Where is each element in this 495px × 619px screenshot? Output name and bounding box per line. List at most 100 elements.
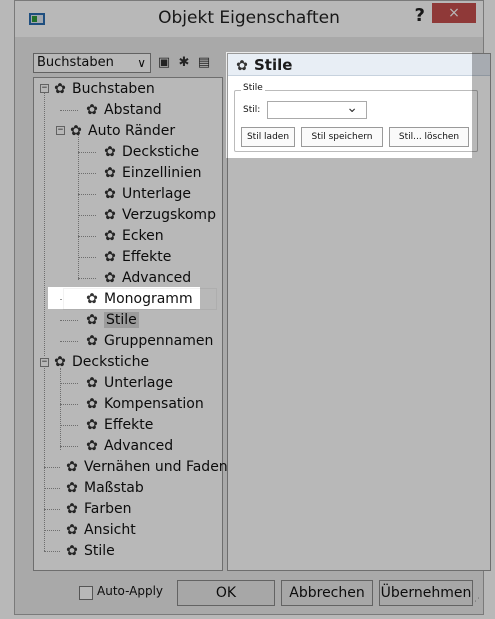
gear-icon: ✿ (86, 291, 98, 307)
tree-item-label: Verzugskomp (122, 207, 216, 223)
collapse-auto-raender-toggle[interactable]: − (56, 126, 65, 135)
tree-item-label: Einzellinien (122, 165, 202, 181)
tree-line (60, 320, 78, 321)
collapse-deckstiche-toggle[interactable]: − (40, 358, 49, 367)
tree-item-massstab[interactable]: ✿ Maßstab (64, 478, 144, 498)
gear-icon: ✿ (104, 144, 116, 160)
panel-header-label: Stile (254, 56, 293, 74)
tree-line (60, 341, 78, 342)
gear-icon: ✿ (54, 81, 66, 97)
tree-line (78, 173, 96, 174)
window-title: Objekt Eigenschaften (158, 8, 340, 28)
tree-line (78, 278, 96, 279)
tree-item-gruppennamen[interactable]: ✿ Gruppennamen (84, 331, 213, 351)
tree-line (60, 446, 78, 447)
tree-line (44, 467, 60, 468)
tree-item-kompensation[interactable]: ✿ Kompensation (84, 394, 204, 414)
tree-item-effekte-2[interactable]: ✿ Effekte (84, 415, 153, 435)
tree-line (78, 257, 96, 258)
stile-group: Stile Stil: ⌄ Stil laden Stil speichern … (234, 83, 478, 152)
gear-icon: ✿ (86, 417, 98, 433)
tree-item-abstand[interactable]: ✿ Abstand (84, 100, 162, 120)
gear-icon: ✿ (104, 249, 116, 265)
tree-item-label: Abstand (104, 102, 162, 118)
tree-item-ecken[interactable]: ✿ Ecken (102, 226, 164, 246)
gear-icon: ✿ (104, 228, 116, 244)
title-bar[interactable]: Objekt Eigenschaften ? × (15, 1, 483, 37)
tree-item-farben[interactable]: ✿ Farben (64, 499, 131, 519)
tree-item-effekte[interactable]: ✿ Effekte (102, 247, 171, 267)
tree-item-ansicht[interactable]: ✿ Ansicht (64, 520, 136, 540)
tree-item-label: Deckstiche (122, 144, 200, 160)
tree-line (44, 368, 45, 551)
resize-grip-icon[interactable]: ⋰ (471, 597, 480, 607)
chevron-down-icon: ∨ (137, 56, 146, 70)
tree-item-vernaehen[interactable]: ✿ Vernähen und Fadens (64, 457, 235, 477)
gear-icon: ✿ (66, 501, 78, 517)
gear-icon: ✿ (66, 459, 78, 475)
tree-line (60, 425, 78, 426)
auto-apply-label: Auto-Apply (97, 584, 164, 598)
category-combo[interactable]: Buchstaben ∨ (33, 53, 151, 73)
tree-item-label: Stile (84, 543, 115, 559)
tree-item-stile[interactable]: ✿ Stile (84, 310, 139, 330)
property-tree[interactable]: − − − ✿ Buchstaben ✿ Abstand ✿ Auto Ränder … (33, 77, 235, 571)
panel-header: ✿ Stile (228, 54, 490, 76)
tree-item-label: Ecken (122, 228, 164, 244)
tree-line (78, 236, 96, 237)
tree-item-label: Monogramm (104, 291, 193, 307)
tree-item-verzugskomp[interactable]: ✿ Verzugskomp (102, 205, 216, 225)
tree-item-deckstiche[interactable]: ✿ Deckstiche (102, 142, 199, 162)
auto-apply-checkbox[interactable] (79, 586, 93, 600)
stil-speichern-button[interactable]: Stil speichern (301, 127, 383, 147)
tree-item-advanced-2[interactable]: ✿ Advanced (84, 436, 173, 456)
tree-item-label: Effekte (104, 417, 154, 433)
tree-item-buchstaben[interactable]: ✿ Buchstaben (52, 79, 155, 99)
help-button[interactable]: ? (415, 5, 425, 26)
tree-item-label: Ansicht (84, 522, 136, 538)
tree-item-monogramm[interactable]: ✿ Monogramm (63, 288, 217, 310)
tree-line (44, 509, 60, 510)
tree-item-stile-2[interactable]: ✿ Stile (64, 541, 115, 561)
tree-item-unterlage-2[interactable]: ✿ Unterlage (84, 373, 173, 393)
gear-icon: ✿ (70, 123, 82, 139)
stil-loeschen-button[interactable]: Stil... löschen (389, 127, 469, 147)
stil-laden-button[interactable]: Stil laden (241, 127, 295, 147)
gear-icon: ✿ (66, 480, 78, 496)
cancel-button[interactable]: Abbrechen (281, 580, 373, 606)
tree-line (60, 383, 78, 384)
tree-item-deckstiche-root[interactable]: ✿ Deckstiche (52, 352, 149, 372)
chevron-down-icon: ⌄ (346, 100, 358, 116)
gear-icon: ✿ (104, 207, 116, 223)
tree-item-label: Maßstab (84, 480, 144, 496)
tree-line (60, 110, 78, 111)
tree-item-label: Farben (84, 501, 132, 517)
tree-line (78, 152, 96, 153)
tree-item-label: Effekte (122, 249, 172, 265)
tree-line (78, 215, 96, 216)
gear-icon: ✿ (66, 522, 78, 538)
copy-properties-icon[interactable]: ✱ (175, 54, 193, 72)
stil-label: Stil: (243, 105, 261, 115)
tree-line (60, 404, 78, 405)
tree-item-unterlage[interactable]: ✿ Unterlage (102, 184, 191, 204)
stil-select[interactable]: ⌄ (267, 100, 367, 119)
tree-item-label: Advanced (104, 438, 174, 454)
tree-line (44, 488, 60, 489)
tree-item-einzellinien[interactable]: ✿ Einzellinien (102, 163, 202, 183)
ok-button[interactable]: OK (177, 580, 275, 606)
collapse-buchstaben-toggle[interactable]: − (40, 84, 49, 93)
tree-line (78, 194, 96, 195)
close-button[interactable]: × (432, 3, 476, 23)
tree-item-label: Unterlage (122, 186, 191, 202)
tree-item-label: Stile (104, 312, 139, 328)
paste-properties-icon[interactable]: ▤ (195, 54, 213, 72)
gear-icon: ✿ (86, 375, 98, 391)
save-icon[interactable]: ▣ (155, 54, 173, 72)
apply-button[interactable]: Übernehmen (379, 580, 473, 606)
tree-item-label: Buchstaben (72, 81, 155, 97)
tree-item-advanced[interactable]: ✿ Advanced (102, 268, 191, 288)
gear-icon: ✿ (104, 186, 116, 202)
tree-item-label: Kompensation (104, 396, 204, 412)
tree-item-auto-raender[interactable]: ✿ Auto Ränder (68, 121, 175, 141)
